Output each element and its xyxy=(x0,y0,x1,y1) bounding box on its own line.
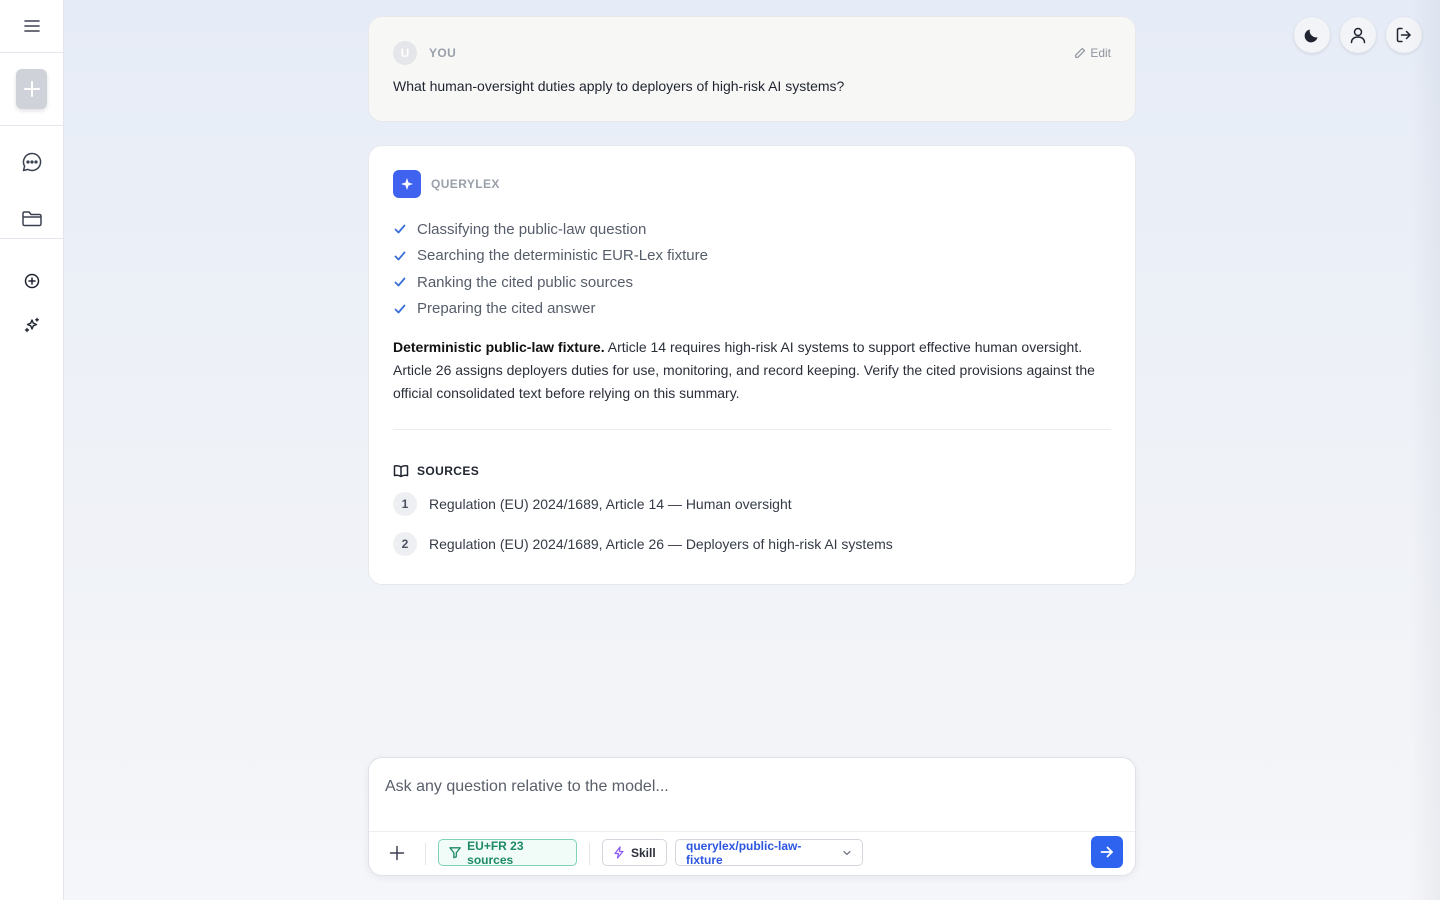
skill-chip[interactable]: Skill xyxy=(602,839,667,866)
sources-filter-chip[interactable]: EU+FR 23 sources xyxy=(438,838,577,867)
chevron-down-icon xyxy=(843,850,851,855)
user-icon xyxy=(1350,27,1366,44)
progress-step-label: Ranking the cited public sources xyxy=(417,273,633,291)
model-select[interactable]: querylex/public-law-fixture xyxy=(675,838,863,867)
progress-step-label: Searching the deterministic EUR-Lex fixt… xyxy=(417,247,708,265)
progress-step-label: Preparing the cited answer xyxy=(417,300,596,318)
querylex-logo xyxy=(393,170,421,198)
moon-icon xyxy=(1304,29,1318,43)
add-button[interactable] xyxy=(12,263,52,299)
sidebar-divider xyxy=(0,238,63,239)
source-item[interactable]: 2 Regulation (EU) 2024/1689, Article 26 … xyxy=(393,532,1111,556)
new-chat-button[interactable] xyxy=(16,69,47,109)
account-button[interactable] xyxy=(1340,17,1376,53)
attach-button[interactable] xyxy=(385,841,409,865)
logout-button[interactable] xyxy=(1386,17,1422,53)
assistant-header: QUERYLEX xyxy=(393,170,1111,198)
composer-divider xyxy=(369,831,1135,832)
arrow-right-icon xyxy=(1100,846,1113,858)
theme-toggle-button[interactable] xyxy=(1294,17,1330,53)
source-number: 2 xyxy=(393,532,417,556)
user-role-label: YOU xyxy=(429,46,457,60)
assistant-role-label: QUERYLEX xyxy=(431,177,500,191)
progress-step: Ranking the cited public sources xyxy=(393,269,1111,296)
sidebar xyxy=(0,0,64,900)
source-item[interactable]: 1 Regulation (EU) 2024/1689, Article 14 … xyxy=(393,492,1111,516)
answer-lead: Deterministic public-law fixture. xyxy=(393,339,605,355)
assistant-answer: Deterministic public-law fixture. Articl… xyxy=(393,336,1111,405)
skill-label: Skill xyxy=(631,845,656,860)
plus-icon xyxy=(23,81,40,97)
progress-step: Preparing the cited answer xyxy=(393,296,1111,323)
sources-header: SOURCES xyxy=(393,464,1111,478)
edit-label: Edit xyxy=(1090,46,1111,60)
edge-shade xyxy=(1410,0,1440,900)
source-title[interactable]: Regulation (EU) 2024/1689, Article 14 — … xyxy=(429,496,792,512)
chat-icon xyxy=(22,152,42,172)
sources-title: SOURCES xyxy=(417,464,480,478)
top-actions xyxy=(1294,17,1422,53)
logout-icon xyxy=(1396,27,1411,43)
pencil-icon xyxy=(1075,47,1086,58)
check-icon xyxy=(394,304,406,314)
send-button[interactable] xyxy=(1091,836,1123,868)
folders-button[interactable] xyxy=(12,200,52,236)
model-label: querylex/public-law-fixture xyxy=(686,838,802,867)
source-number: 1 xyxy=(393,492,417,516)
assistant-message: QUERYLEX Classifying the public-law ques… xyxy=(368,145,1136,585)
sources-filter-label: EU+FR 23 sources xyxy=(467,838,524,867)
question-input[interactable] xyxy=(385,772,1085,802)
user-question: What human-oversight duties apply to dep… xyxy=(393,78,845,94)
menu-button[interactable] xyxy=(12,8,52,44)
avatar: U xyxy=(393,41,417,65)
check-icon xyxy=(394,224,406,234)
toolbar-separator xyxy=(425,843,426,865)
sidebar-divider xyxy=(0,125,63,126)
chats-button[interactable] xyxy=(12,144,52,180)
folder-icon xyxy=(22,211,42,227)
composer: EU+FR 23 sources Skill querylex/public-l… xyxy=(368,757,1136,876)
check-icon xyxy=(394,251,406,261)
source-title[interactable]: Regulation (EU) 2024/1689, Article 26 — … xyxy=(429,536,893,552)
book-icon xyxy=(393,465,409,478)
progress-step: Searching the deterministic EUR-Lex fixt… xyxy=(393,243,1111,270)
plus-icon xyxy=(389,845,405,861)
user-message-header: U YOU Edit xyxy=(393,41,1111,65)
sidebar-divider xyxy=(0,52,63,53)
check-icon xyxy=(394,277,406,287)
menu-icon xyxy=(24,20,40,32)
progress-step: Classifying the public-law question xyxy=(393,216,1111,243)
toolbar-separator xyxy=(589,843,590,865)
progress-step-label: Classifying the public-law question xyxy=(417,220,647,238)
add-circle-icon xyxy=(24,273,40,289)
user-message: U YOU Edit What human-oversight duties a… xyxy=(368,16,1136,122)
answer-divider xyxy=(393,429,1111,430)
sparkles-icon xyxy=(24,317,39,333)
sparkle-icon xyxy=(401,178,413,190)
lightning-icon xyxy=(614,846,624,859)
edit-button[interactable]: Edit xyxy=(1074,46,1111,60)
filter-icon xyxy=(449,847,461,859)
skills-button[interactable] xyxy=(12,307,52,343)
progress-steps: Classifying the public-law question Sear… xyxy=(393,216,1111,322)
